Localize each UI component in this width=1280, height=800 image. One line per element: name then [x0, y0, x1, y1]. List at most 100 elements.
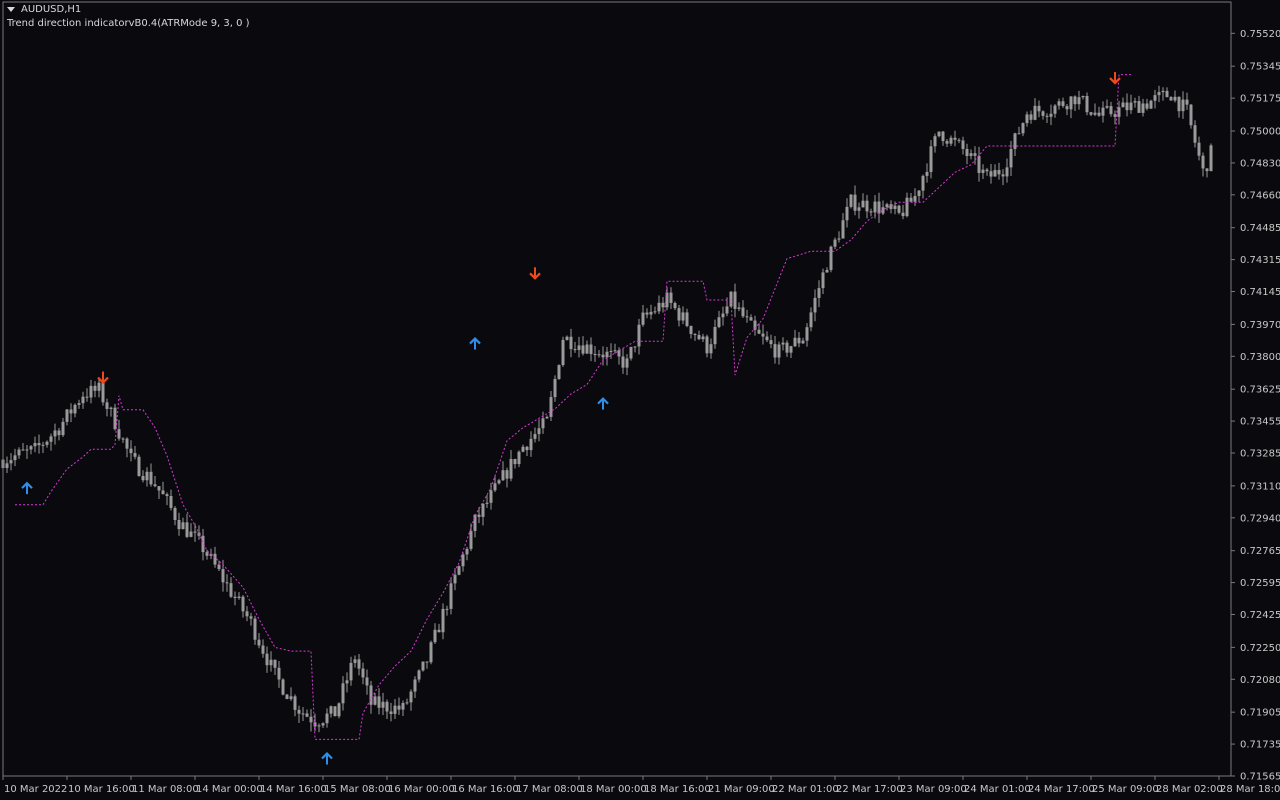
candle-body — [109, 407, 113, 409]
candle-body — [537, 428, 541, 435]
candle-body — [805, 327, 809, 341]
candle-body — [1197, 142, 1201, 156]
candle-body — [901, 212, 905, 217]
y-tick-label: 0.75345 — [1240, 62, 1280, 73]
candle-body — [937, 131, 941, 137]
candle-body — [577, 345, 581, 350]
candle-body — [677, 308, 681, 321]
candle-body — [185, 522, 189, 537]
candle-body — [837, 238, 841, 240]
candle-body — [657, 302, 661, 312]
candle-body — [985, 169, 989, 172]
candle-body — [1081, 96, 1085, 98]
candle-body — [49, 436, 53, 442]
candle-body — [821, 272, 825, 289]
candle-body — [713, 326, 717, 345]
candle-body — [1169, 97, 1173, 101]
candle-body — [17, 449, 21, 456]
candle-body — [513, 458, 517, 465]
candle-body — [221, 569, 225, 583]
x-tick-label: 22 Mar 01:00 — [772, 784, 839, 795]
candle-body — [229, 583, 233, 597]
candle-body — [893, 205, 897, 210]
y-tick-label: 0.71735 — [1240, 740, 1280, 751]
candle-body — [73, 404, 77, 414]
candle-body — [329, 706, 333, 714]
candle-body — [265, 653, 269, 666]
x-tick-label: 28 Mar 18:00 — [1220, 784, 1280, 795]
candle-body — [873, 201, 877, 213]
candle-body — [765, 336, 769, 341]
candle-body — [609, 350, 613, 352]
candle-body — [721, 313, 725, 318]
candle-body — [1209, 145, 1213, 172]
candle-body — [133, 453, 137, 457]
candle-body — [801, 340, 805, 344]
candle-body — [565, 336, 569, 341]
candle-body — [189, 531, 193, 537]
chart-background — [0, 0, 1280, 800]
y-tick-label: 0.73455 — [1240, 417, 1280, 428]
candle-body — [269, 659, 273, 666]
candle-body — [817, 288, 821, 298]
candle-body — [357, 659, 361, 669]
candle-body — [1093, 112, 1097, 115]
candle-body — [561, 340, 565, 366]
candle-body — [689, 326, 693, 334]
candle-body — [533, 434, 537, 439]
collapse-triangle-icon[interactable] — [7, 7, 15, 12]
candle-body — [1133, 101, 1137, 103]
candle-body — [853, 194, 857, 211]
candle-body — [453, 574, 457, 584]
candle-body — [61, 421, 65, 436]
candle-body — [69, 409, 73, 414]
candle-body — [489, 490, 493, 503]
candle-body — [941, 131, 945, 142]
candle-body — [393, 705, 397, 714]
candle-body — [449, 583, 453, 609]
candle-body — [949, 137, 953, 144]
candle-body — [165, 494, 169, 497]
price-chart[interactable]: 0.75520 0.75345 0.75175 0.75000 0.74830 0.746… — [0, 0, 1280, 800]
candle-body — [1205, 168, 1209, 172]
x-tick-label: 18 Mar 00:00 — [580, 784, 647, 795]
y-tick-label: 0.72940 — [1240, 513, 1280, 524]
candle-body — [993, 169, 997, 177]
candle-body — [889, 204, 893, 210]
candle-body — [401, 703, 405, 710]
candle-body — [1181, 99, 1185, 112]
candle-body — [945, 141, 949, 144]
y-tick-label: 0.72595 — [1240, 578, 1280, 589]
x-tick-label: 22 Mar 17:00 — [836, 784, 903, 795]
candle-body — [409, 691, 413, 703]
candle-body — [173, 507, 177, 520]
candle-body — [605, 351, 609, 358]
x-tick-label: 10 Mar 16:00 — [68, 784, 135, 795]
candle-body — [181, 522, 185, 530]
candle-body — [549, 397, 553, 417]
candle-body — [809, 312, 813, 328]
candle-body — [33, 443, 37, 447]
y-tick-label: 0.72080 — [1240, 675, 1280, 686]
y-tick-label: 0.75520 — [1240, 29, 1280, 40]
candle-body — [281, 679, 285, 695]
candle-body — [25, 449, 29, 451]
candle-body — [1105, 106, 1109, 108]
candle-body — [585, 344, 589, 354]
candle-body — [361, 668, 365, 678]
candle-body — [465, 548, 469, 555]
candle-body — [125, 438, 129, 449]
candle-body — [1069, 96, 1073, 110]
candle-body — [217, 564, 221, 570]
candle-body — [957, 139, 961, 141]
candle-body — [413, 679, 417, 692]
candle-body — [149, 471, 153, 485]
candle-body — [701, 336, 705, 340]
candle-body — [553, 379, 557, 398]
candle-body — [233, 596, 237, 598]
chart-window[interactable]: 0.75520 0.75345 0.75175 0.75000 0.74830 0.746… — [0, 0, 1280, 800]
candle-body — [349, 662, 353, 681]
candle-body — [297, 709, 301, 714]
candle-body — [1013, 133, 1017, 149]
candle-body — [461, 554, 465, 567]
